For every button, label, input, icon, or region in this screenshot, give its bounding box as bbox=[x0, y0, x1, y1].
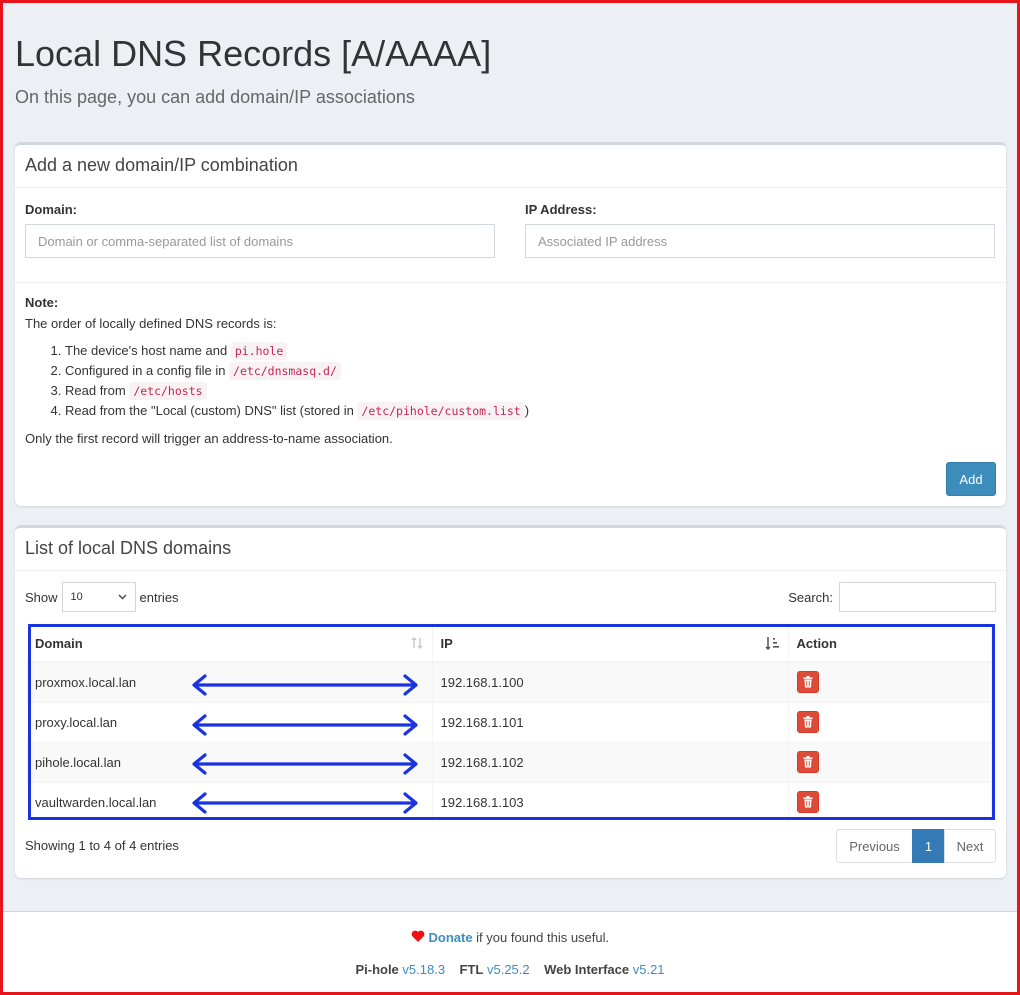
search-input[interactable] bbox=[839, 582, 996, 612]
heart-icon bbox=[411, 930, 425, 942]
list-item: Configured in a config file in /etc/dnsm… bbox=[65, 361, 985, 381]
column-header-label: Action bbox=[796, 636, 837, 651]
content-area: Local DNS Records [A/AAAA] On this page,… bbox=[3, 3, 1017, 911]
pagination-next[interactable]: Next bbox=[944, 829, 996, 863]
table-row: proxy.local.lan 192.168.1.101 bbox=[27, 701, 992, 742]
web-interface-version-link[interactable]: v5.21 bbox=[633, 962, 665, 977]
code-path: /etc/hosts bbox=[129, 382, 207, 400]
cell-domain: proxy.local.lan bbox=[27, 701, 433, 742]
table-row: vaultwarden.local.lan 192.168.1.103 bbox=[27, 781, 992, 822]
cell-domain: vaultwarden.local.lan bbox=[27, 781, 433, 822]
table-row: pihole.local.lan 192.168.1.102 bbox=[27, 741, 992, 782]
ftl-label: FTL bbox=[459, 962, 484, 977]
delete-button[interactable] bbox=[796, 791, 819, 814]
code-path: /etc/pihole/custom.list bbox=[357, 402, 525, 420]
page-subtitle: On this page, you can add domain/IP asso… bbox=[15, 87, 415, 107]
table-info: Showing 1 to 4 of 4 entries bbox=[25, 838, 179, 853]
donate-line: Donate if you found this useful. bbox=[3, 930, 1017, 945]
column-header-label: Domain bbox=[35, 636, 83, 651]
trash-icon bbox=[803, 756, 812, 768]
page-title: Local DNS Records [A/AAAA] bbox=[15, 33, 492, 74]
ip-label: IP Address: bbox=[525, 202, 597, 217]
search-control: Search: bbox=[788, 582, 996, 612]
version-info: Pi-hole v5.18.3 FTL v5.25.2 Web Interfac… bbox=[3, 962, 1017, 977]
pagination-previous[interactable]: Previous bbox=[836, 829, 913, 863]
search-label: Search: bbox=[788, 589, 833, 605]
cell-domain: proxmox.local.lan bbox=[27, 661, 433, 702]
list-box-title: List of local DNS domains bbox=[25, 538, 232, 558]
table-header-row: Domain IP Action bbox=[27, 626, 992, 663]
domain-input[interactable] bbox=[25, 224, 495, 258]
list-item: Read from /etc/hosts bbox=[65, 381, 985, 401]
note-title: Note: bbox=[25, 295, 59, 310]
delete-button[interactable] bbox=[796, 751, 819, 773]
donate-suffix: if you found this useful. bbox=[472, 930, 610, 945]
dns-table: Domain IP Action proxmox.local.lan 192.1… bbox=[27, 626, 992, 822]
pihole-version-link[interactable]: v5.18.3 bbox=[402, 962, 445, 977]
pihole-label: Pi-hole bbox=[355, 962, 399, 977]
add-button[interactable]: Add bbox=[946, 462, 996, 496]
add-record-box: Add a new domain/IP combination Domain: … bbox=[15, 142, 1006, 506]
pagination: Previous 1 Next bbox=[836, 829, 996, 863]
entries-label: entries bbox=[139, 589, 179, 605]
delete-button[interactable] bbox=[796, 711, 819, 733]
sort-numeric-desc-icon bbox=[764, 636, 780, 653]
cell-ip: 192.168.1.102 bbox=[432, 741, 789, 782]
column-header-ip[interactable]: IP bbox=[432, 626, 789, 663]
cell-action bbox=[788, 781, 992, 822]
list-item-text: The device's host name and bbox=[65, 343, 231, 358]
note-intro: The order of locally defined DNS records… bbox=[25, 316, 277, 331]
list-item-suffix: ) bbox=[524, 403, 530, 418]
ip-input[interactable] bbox=[525, 224, 995, 258]
cell-action bbox=[788, 741, 992, 782]
web-interface-label: Web Interface bbox=[544, 962, 630, 977]
list-item-text: Read from the "Local (custom) DNS" list … bbox=[65, 403, 358, 418]
pagination-page-1[interactable]: 1 bbox=[912, 829, 945, 863]
divider bbox=[15, 282, 1006, 283]
cell-ip: 192.168.1.103 bbox=[432, 781, 789, 822]
divider bbox=[15, 570, 1006, 571]
note-outro: Only the first record will trigger an ad… bbox=[25, 431, 393, 446]
donate-link[interactable]: Donate bbox=[428, 930, 472, 945]
cell-ip: 192.168.1.101 bbox=[432, 701, 789, 742]
trash-icon bbox=[803, 676, 812, 688]
entries-length-select[interactable]: 10 bbox=[61, 582, 136, 612]
sort-icon bbox=[410, 636, 424, 653]
dns-list-box: List of local DNS domains Show 10 entrie… bbox=[15, 525, 1006, 878]
list-item-text: Read from bbox=[65, 383, 130, 398]
chevron-down-icon bbox=[118, 594, 127, 600]
trash-icon bbox=[803, 796, 812, 808]
ftl-version-link[interactable]: v5.25.2 bbox=[487, 962, 530, 977]
length-value: 10 bbox=[70, 591, 83, 603]
footer: Donate if you found this useful. Pi-hole… bbox=[3, 911, 1017, 992]
domain-label: Domain: bbox=[25, 202, 77, 217]
delete-button[interactable] bbox=[796, 671, 819, 694]
code-path: /etc/dnsmasq.d/ bbox=[229, 362, 341, 380]
list-item: Read from the "Local (custom) DNS" list … bbox=[65, 401, 985, 421]
table-row: proxmox.local.lan 192.168.1.100 bbox=[27, 661, 992, 702]
add-box-title: Add a new domain/IP combination bbox=[25, 155, 298, 175]
column-header-label: IP bbox=[440, 636, 453, 651]
cell-action bbox=[788, 661, 992, 702]
code-path: pi.hole bbox=[230, 342, 288, 360]
column-header-action: Action bbox=[788, 626, 992, 663]
dns-table-wrap: Domain IP Action proxmox.local.lan 192.1… bbox=[27, 626, 992, 822]
divider bbox=[15, 187, 1006, 188]
length-control: Show 10 entries bbox=[25, 582, 179, 612]
column-header-domain[interactable]: Domain bbox=[27, 626, 433, 663]
cell-action bbox=[788, 701, 992, 742]
dns-order-list: The device's host name and pi.hole Confi… bbox=[25, 341, 985, 421]
list-item-text: Configured in a config file in bbox=[65, 363, 230, 378]
show-label: Show bbox=[25, 589, 58, 605]
trash-icon bbox=[803, 716, 812, 728]
cell-domain: pihole.local.lan bbox=[27, 741, 433, 782]
cell-ip: 192.168.1.100 bbox=[432, 661, 789, 702]
list-item: The device's host name and pi.hole bbox=[65, 341, 985, 361]
note-block: Note: The order of locally defined DNS r… bbox=[25, 295, 985, 446]
